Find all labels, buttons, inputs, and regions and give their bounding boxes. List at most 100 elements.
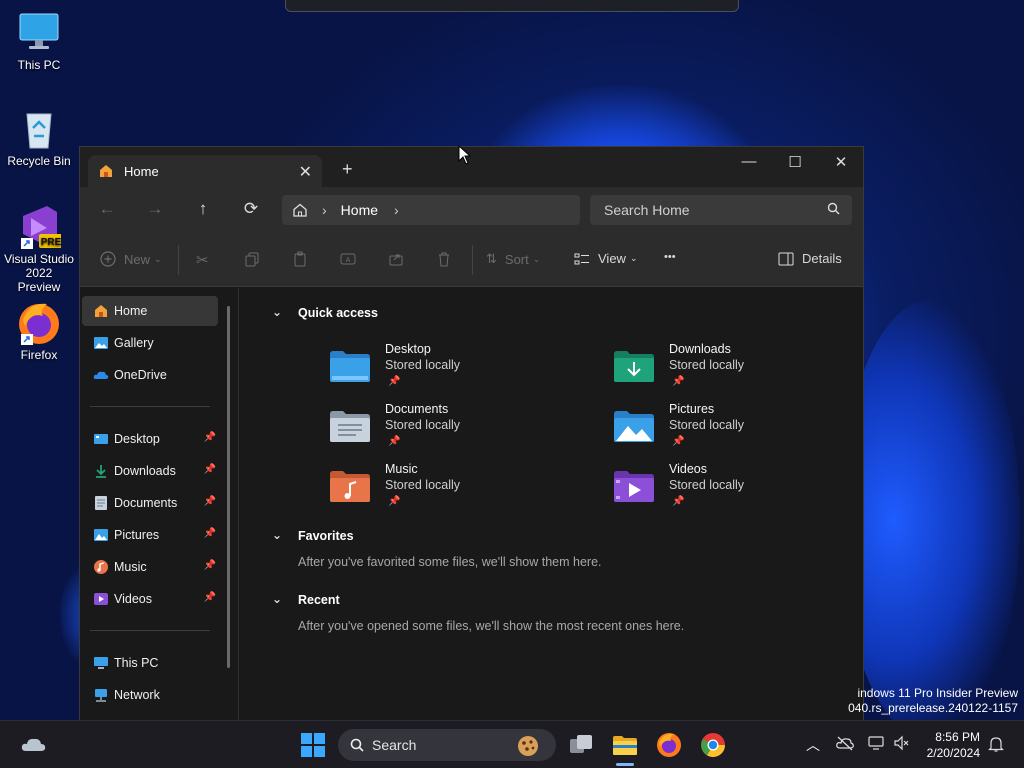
breadcrumb-separator: › — [322, 202, 327, 218]
address-bar[interactable]: › Home › — [282, 195, 580, 225]
desktop-icon-recycle-bin[interactable]: Recycle Bin — [4, 106, 74, 168]
sidebar-item-videos[interactable]: Videos 📌 — [82, 584, 218, 614]
pictures-folder-icon — [614, 411, 654, 442]
taskbar-search-box[interactable]: Search — [338, 729, 556, 761]
pin-icon[interactable]: 📌 — [204, 496, 216, 507]
quick-access-item-desktop[interactable]: Desktop Stored locally 📌 — [328, 342, 588, 396]
desktop-icon-firefox[interactable]: Firefox — [4, 300, 74, 362]
sort-button[interactable]: ⇅ Sort ⌄ — [486, 251, 540, 267]
cut-icon[interactable]: ✂ — [196, 251, 209, 269]
pin-icon[interactable]: 📌 — [204, 464, 216, 475]
quick-access-item-music[interactable]: Music Stored locally 📌 — [328, 462, 588, 516]
sidebar-item-onedrive[interactable]: ❯ OneDrive — [82, 360, 218, 390]
new-button[interactable]: New ⌄ — [100, 251, 162, 267]
search-input[interactable]: Search Home — [590, 195, 852, 225]
sidebar-item-network[interactable]: ❯ Network — [82, 680, 218, 710]
clock-time: 8:56 PM — [935, 730, 980, 744]
quick-access-item-videos[interactable]: Videos Stored locally 📌 — [612, 462, 863, 516]
sidebar-item-label: OneDrive — [114, 368, 167, 382]
desktop-icon-label: Visual Studio 2022 Preview — [4, 252, 74, 294]
favorites-header[interactable]: ⌄ Favorites — [272, 528, 354, 543]
delete-icon[interactable] — [436, 251, 452, 267]
copy-icon[interactable] — [244, 251, 260, 267]
watermark-line-2: 040.rs_prerelease.240122-1157 — [848, 701, 1018, 715]
favorites-empty-note: After you've favorited some files, we'll… — [298, 555, 602, 569]
forward-button[interactable]: → — [142, 199, 168, 219]
quick-access-header[interactable]: ⌄ Quick access — [272, 305, 378, 320]
document-icon — [95, 496, 107, 510]
breadcrumb-chevron[interactable]: › — [394, 202, 399, 218]
chrome-taskbar-icon[interactable] — [699, 731, 727, 759]
share-icon[interactable] — [388, 251, 404, 267]
recent-header[interactable]: ⌄ Recent — [272, 592, 340, 607]
firefox-taskbar-icon[interactable] — [655, 731, 683, 759]
close-window-button[interactable]: ✕ — [828, 153, 854, 177]
back-button[interactable]: ← — [94, 199, 120, 219]
rename-icon[interactable]: A — [340, 251, 356, 267]
network-status-icon[interactable] — [868, 735, 886, 751]
close-tab-button[interactable]: ✕ — [299, 162, 312, 182]
sidebar-item-documents[interactable]: Documents 📌 — [82, 488, 218, 518]
system-clock[interactable]: 8:56 PM 2/20/2024 — [918, 729, 980, 761]
minimize-button[interactable]: — — [736, 153, 762, 177]
item-name: Downloads — [669, 342, 731, 356]
desktop-icon-this-pc[interactable]: This PC — [4, 10, 74, 72]
sort-icon: ⇅ — [486, 251, 497, 266]
sidebar-item-label: Desktop — [114, 432, 160, 446]
pin-icon[interactable]: 📌 — [204, 432, 216, 443]
pin-icon[interactable]: 📌 — [204, 592, 216, 603]
item-name: Music — [385, 462, 418, 476]
windows-start-icon[interactable] — [299, 731, 327, 759]
notification-bell-icon[interactable] — [988, 735, 1004, 753]
taskbar: Search ︿ 8:56 PM 2/20/2024 — [0, 720, 1024, 768]
onedrive-offline-icon[interactable] — [836, 735, 854, 751]
new-tab-button[interactable]: + — [342, 159, 353, 180]
sidebar-item-gallery[interactable]: Gallery — [82, 328, 218, 358]
refresh-button[interactable]: ⟳ — [238, 199, 264, 219]
quick-access-item-pictures[interactable]: Pictures Stored locally 📌 — [612, 402, 863, 456]
paste-icon[interactable] — [292, 251, 308, 267]
chevron-down-icon[interactable]: ⌄ — [272, 592, 282, 606]
more-options-button[interactable]: ••• — [664, 251, 676, 263]
sidebar-item-label: Videos — [114, 592, 152, 606]
chevron-down-icon[interactable]: ⌄ — [272, 528, 282, 542]
quick-access-item-downloads[interactable]: Downloads Stored locally 📌 — [612, 342, 863, 396]
view-button[interactable]: View ⌄ — [574, 251, 638, 266]
file-explorer-taskbar-icon[interactable] — [611, 731, 639, 759]
pin-icon[interactable]: 📌 — [204, 528, 216, 539]
sidebar-item-music[interactable]: Music 📌 — [82, 552, 218, 582]
speaker-muted-icon[interactable] — [893, 735, 911, 751]
breadcrumb-home[interactable]: Home — [341, 202, 378, 218]
file-explorer-window: Home ✕ + — ☐ ✕ ← → ↑ ⟳ › Home › Search H… — [79, 146, 864, 722]
desktop-icon-visual-studio[interactable]: PRE Visual Studio 2022 Preview — [4, 204, 74, 294]
sidebar-item-this-pc[interactable]: ❯ This PC — [82, 648, 218, 678]
maximize-button[interactable]: ☐ — [782, 153, 808, 177]
details-button[interactable]: Details — [778, 251, 842, 266]
sidebar-item-desktop[interactable]: Desktop 📌 — [82, 424, 218, 454]
recent-empty-note: After you've opened some files, we'll sh… — [298, 619, 685, 633]
details-label: Details — [802, 251, 842, 266]
section-title: Recent — [298, 593, 340, 607]
chevron-down-icon[interactable]: ⌄ — [272, 305, 282, 319]
watermark-line-1: indows 11 Pro Insider Preview — [857, 686, 1018, 700]
pin-icon[interactable]: 📌 — [204, 560, 216, 571]
sidebar-item-downloads[interactable]: Downloads 📌 — [82, 456, 218, 486]
task-view-icon[interactable] — [567, 731, 595, 759]
weather-widget-icon[interactable] — [19, 731, 47, 759]
network-icon — [95, 689, 107, 702]
up-button[interactable]: ↑ — [190, 199, 216, 219]
navigation-pane: Home Gallery ❯ OneDrive Desktop 📌 Downlo… — [80, 288, 238, 721]
music-note-icon — [94, 560, 108, 574]
desktop-icon-label: Recycle Bin — [7, 154, 71, 168]
sidebar-item-pictures[interactable]: Pictures 📌 — [82, 520, 218, 550]
navigation-bar: ← → ↑ ⟳ › Home › Search Home — [80, 187, 863, 233]
show-hidden-icons-chevron-up-icon[interactable]: ︿ — [806, 735, 820, 755]
sidebar-item-home[interactable]: Home — [82, 296, 218, 326]
item-name: Desktop — [385, 342, 431, 356]
videos-folder-icon — [614, 471, 654, 502]
sidebar-scrollbar[interactable] — [227, 306, 230, 668]
item-status: Stored locally — [669, 418, 745, 432]
sidebar-item-label: This PC — [114, 656, 159, 670]
tab-home[interactable]: Home ✕ — [88, 155, 322, 187]
quick-access-item-documents[interactable]: Documents Stored locally 📌 — [328, 402, 588, 456]
